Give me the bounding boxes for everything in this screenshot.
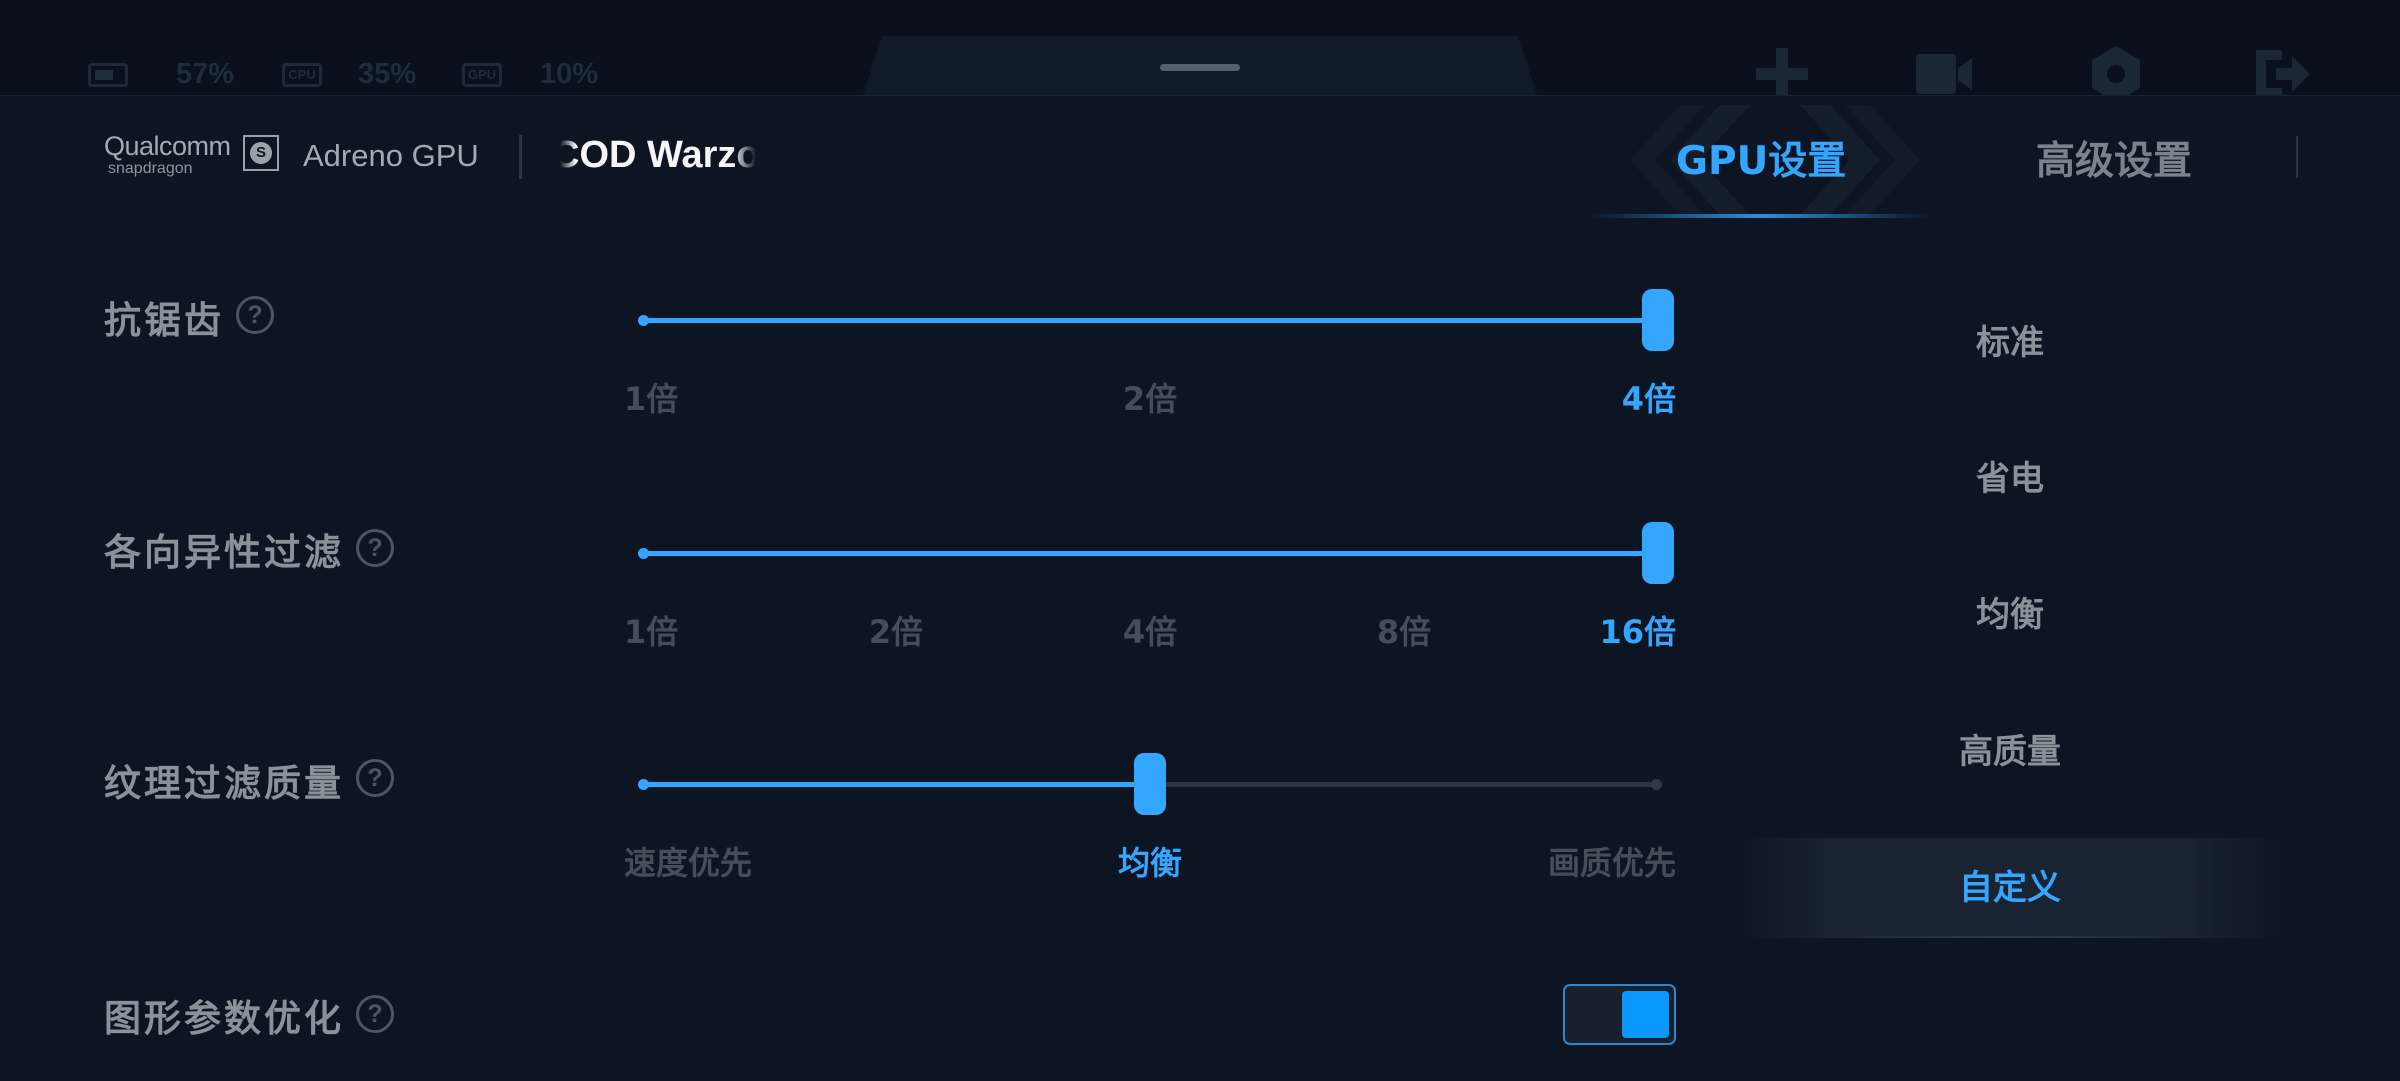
preset-power-saving[interactable]: 省电	[1740, 429, 2280, 529]
slider-tick-label[interactable]: 1倍	[624, 607, 678, 653]
tab-active-indicator	[1590, 214, 1930, 218]
help-icon[interactable]: ?	[356, 759, 394, 797]
game-name-marquee: COD Warzone	[560, 132, 756, 182]
slider-tick-label[interactable]: 均衡	[1118, 838, 1182, 884]
cpu-value: 35%	[358, 58, 417, 90]
gpu-icon: GPU	[462, 63, 502, 87]
gpu-name: Adreno GPU	[303, 138, 479, 173]
anti-aliasing-label: 抗锯齿	[104, 299, 224, 342]
slider-tick-label[interactable]: 画质优先	[1548, 838, 1676, 884]
cpu-icon: CPU	[282, 63, 322, 87]
anti-aliasing-slider[interactable]	[638, 289, 1674, 351]
preset-standard[interactable]: 标准	[1740, 293, 2280, 393]
anti-aliasing-slider-thumb[interactable]	[1642, 289, 1674, 351]
texture-quality-label: 纹理过滤质量	[104, 762, 344, 805]
help-icon[interactable]: ?	[356, 529, 394, 567]
slider-tick-label[interactable]: 16倍	[1599, 607, 1676, 653]
preset-custom[interactable]: 自定义	[1740, 838, 2280, 938]
preset-balanced[interactable]: 均衡	[1740, 565, 2280, 665]
battery-icon	[88, 63, 128, 87]
help-icon[interactable]: ?	[236, 296, 274, 334]
preset-high-quality[interactable]: 高质量	[1740, 702, 2280, 802]
help-icon[interactable]: ?	[356, 995, 394, 1033]
header-right-divider	[2296, 136, 2298, 178]
drag-handle[interactable]	[1160, 64, 1240, 71]
battery-value: 57%	[176, 58, 235, 90]
status-strip: 57% CPU 35% GPU 10%	[0, 0, 2400, 102]
anisotropic-slider-thumb[interactable]	[1642, 522, 1674, 584]
gpu-value: 10%	[540, 58, 599, 90]
toggle-knob	[1622, 991, 1669, 1038]
graphics-optimization-label: 图形参数优化	[104, 997, 344, 1040]
texture-quality-slider-thumb[interactable]	[1134, 753, 1166, 815]
anisotropic-label: 各向异性过滤	[104, 531, 344, 574]
slider-tick-label[interactable]: 4倍	[1123, 607, 1177, 653]
header-divider	[519, 135, 522, 179]
qualcomm-logo: Qualcomm snapdragon	[104, 131, 231, 178]
anisotropic-slider[interactable]	[638, 522, 1674, 584]
slider-tick-label[interactable]: 2倍	[1123, 374, 1177, 420]
tab-advanced-settings[interactable]: 高级设置	[2036, 130, 2192, 186]
tab-gpu-settings[interactable]: GPU设置	[1676, 130, 1846, 186]
slider-tick-label[interactable]: 8倍	[1377, 607, 1431, 653]
graphics-optimization-toggle[interactable]	[1563, 984, 1676, 1045]
slider-tick-label[interactable]: 4倍	[1622, 374, 1676, 420]
slider-tick-label[interactable]: 2倍	[869, 607, 923, 653]
game-name: COD Warzone	[560, 134, 756, 176]
slider-tick-label[interactable]: 速度优先	[624, 838, 752, 884]
texture-quality-slider[interactable]	[638, 753, 1662, 815]
slider-tick-label[interactable]: 1倍	[624, 374, 678, 420]
snapdragon-icon: S	[243, 135, 279, 171]
